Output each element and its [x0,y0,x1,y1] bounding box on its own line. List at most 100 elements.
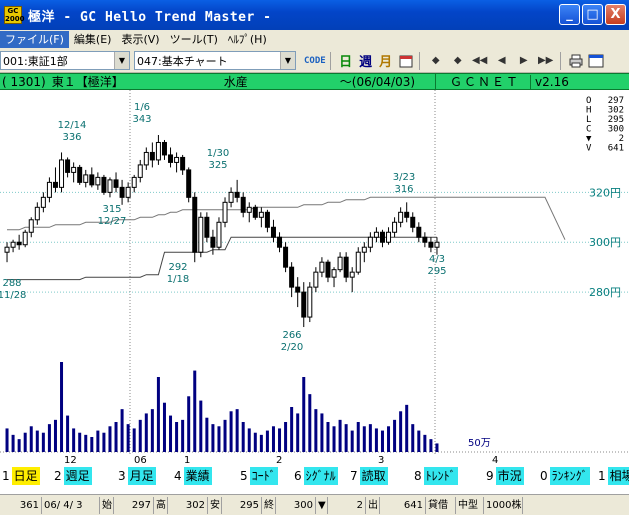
chart-template-select[interactable]: 047:基本チャート ▼ [134,51,296,70]
volume-bar [217,426,221,452]
candle-up [307,286,313,318]
chevron-down-icon[interactable]: ▼ [280,52,295,69]
function-button-3[interactable]: 3 月足 [116,467,172,485]
volume-bar [5,428,9,452]
menu-edit[interactable]: 編集(E) [69,31,117,48]
toolbar-separator [329,51,331,70]
ohlc-value: 302 [608,106,624,116]
price-chart[interactable]: 280円 300円 320円 50万 288 11/28 12/14 336 315 12/27 1… [0,90,629,465]
candle-up [59,159,65,188]
candle-up [198,216,204,253]
scroll-start-icon[interactable]: ◀◀ [470,51,490,71]
print-icon[interactable] [567,51,585,71]
volume-bar [17,439,21,452]
volume-bar [90,437,94,452]
chart-canvas[interactable]: 280円 300円 320円 50万 28811/28 12/14336 31512/27 1… [0,90,629,465]
scroll-end-icon[interactable]: ▶▶ [536,51,556,71]
scroll-left-icon[interactable]: ◀ [492,51,512,71]
app-icon[interactable]: GC 2000 [4,6,24,24]
volume-bar [23,432,27,452]
volume-bar [205,417,209,452]
volume-bar [96,430,100,452]
candle-down [77,166,83,183]
status-cell: 貸借 [426,496,456,514]
candle-down [295,286,301,293]
annotation-label: 266 [282,330,301,341]
function-button-6[interactable]: 6 ｼｸﾞﾅﾙ [292,467,348,485]
window-icon[interactable] [587,51,605,71]
menu-tools[interactable]: ツール(T) [165,31,223,48]
volume-bar [156,377,160,452]
function-button-5[interactable]: 5 ｺｰﾄﾞ [238,467,292,485]
candle-up [313,271,319,288]
annotation-label: 288 [2,278,21,289]
moving-average-line-long [7,196,566,240]
app-version: v2.16 [530,74,569,89]
function-button-1[interactable]: 1 日足 [0,467,52,485]
function-button-7[interactable]: 7 読取 [348,467,412,485]
function-button-10[interactable]: 0 ﾗﾝｷﾝｸﾞ [538,467,596,485]
monthly-button[interactable]: 月 [377,51,395,71]
chevron-down-icon[interactable]: ▼ [114,52,129,69]
candle-down [283,246,289,268]
function-button-4[interactable]: 4 業績 [172,467,238,485]
menu-view[interactable]: 表示(V) [116,31,164,48]
code-button[interactable]: CODE [304,51,326,71]
month-label: 2 [276,455,282,465]
volume-bar [393,419,397,452]
next-stock-icon[interactable]: ◆ [448,51,468,71]
function-button-9[interactable]: 9 市況 [484,467,538,485]
candle-down [180,156,186,171]
ohlc-label: O [586,96,591,106]
function-button-8[interactable]: 8 ﾄﾚﾝﾄﾞ [412,467,484,485]
stock-sector: 水産 [223,75,248,89]
window-controls: _ □ X [559,4,626,25]
volume-bar [66,415,70,452]
volume-bar [53,419,57,452]
volume-bar [29,426,33,452]
candle-down [161,141,167,156]
volume-bar [247,428,251,452]
prev-stock-icon[interactable]: ◆ [426,51,446,71]
status-cell: 中型 [456,496,484,514]
candle-up [174,156,180,163]
market-select[interactable]: 001:東証1部 ▼ [0,51,130,70]
close-button[interactable]: X [605,4,626,25]
function-button-2[interactable]: 2 週足 [52,467,116,485]
function-button-label: 相場 [607,467,629,485]
function-button-11[interactable]: 1 相場 [596,467,629,485]
maximize-button[interactable]: □ [582,4,603,25]
menu-file[interactable]: ファイル(F) [0,31,69,48]
month-label: 1 [184,455,190,465]
candle-down [410,216,416,228]
volume-bar [235,409,239,452]
volume-bar [108,426,112,452]
volume-bar [411,424,415,452]
status-cell: 出 [366,496,380,514]
menu-help[interactable]: ﾍﾙﾌﾟ(H) [223,31,272,48]
calendar-icon[interactable] [397,51,415,71]
weekly-button[interactable]: 週 [357,51,375,71]
volume-bar [435,443,439,452]
candle-down [234,191,240,198]
daily-button[interactable]: 日 [337,51,355,71]
minimize-button[interactable]: _ [559,4,580,25]
volume-bar [344,424,348,452]
candle-up [349,271,355,278]
stock-info-bar: ( 1301) 東１ 【極洋】 水産 ～(06/04/03) ＧＣＮＥＴ v2.… [0,73,629,90]
ohlc-value: 2 [619,134,624,144]
volume-bar [138,419,142,452]
function-key-number: 9 [486,469,494,483]
status-bar: 361 06/ 4/ 3 始 297 高 302 安 295 終 300 ▼ 2 出 641 貸借 中型 100… [0,494,629,515]
ohlc-value: 641 [608,144,624,154]
annotation-label: 295 [427,266,446,277]
status-cell: ▼ [316,496,328,514]
function-button-bar: 1 日足 2 週足 3 月足 4 業績 5 ｺｰﾄﾞ 6 ｼｸﾞﾅﾙ 7 読取 8 ﾄﾚﾝﾄﾞ 9 市況 0 ﾗﾝｷﾝ… [0,466,629,486]
candle-up [125,186,131,198]
candle-up [137,164,143,178]
candle-down [325,261,331,278]
status-cell: 1000株 [484,496,523,514]
scroll-right-icon[interactable]: ▶ [514,51,534,71]
price-axis-label: 300円 [589,236,621,249]
volume-bar [265,430,269,452]
